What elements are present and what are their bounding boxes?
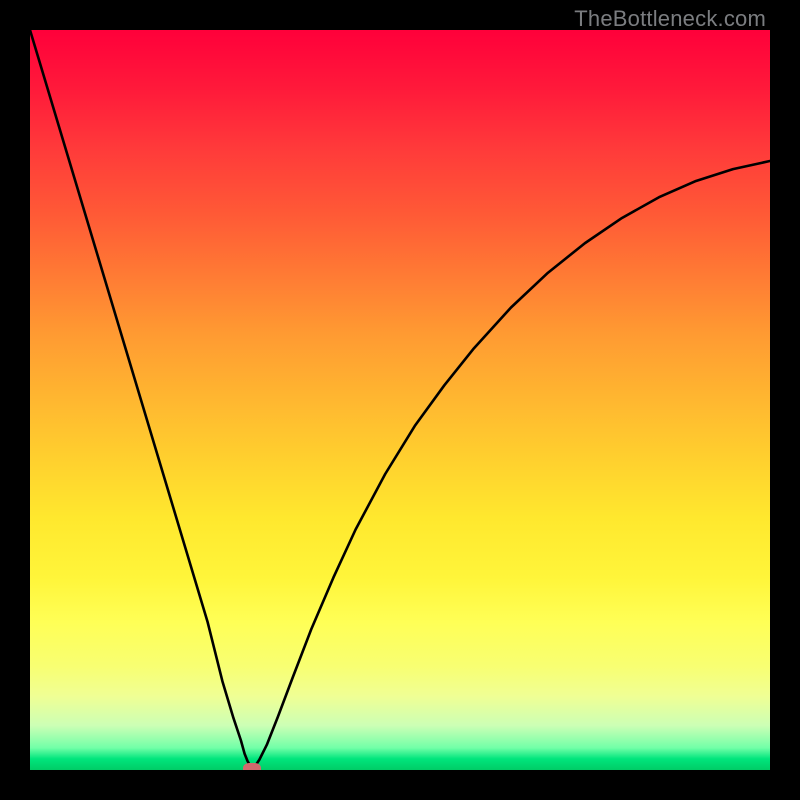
bottleneck-curve [30,30,770,769]
curve-layer [30,30,770,770]
watermark-text: TheBottleneck.com [574,6,766,32]
sweet-spot-marker [243,763,261,770]
plot-area [30,30,770,770]
plot-frame: TheBottleneck.com [0,0,800,800]
